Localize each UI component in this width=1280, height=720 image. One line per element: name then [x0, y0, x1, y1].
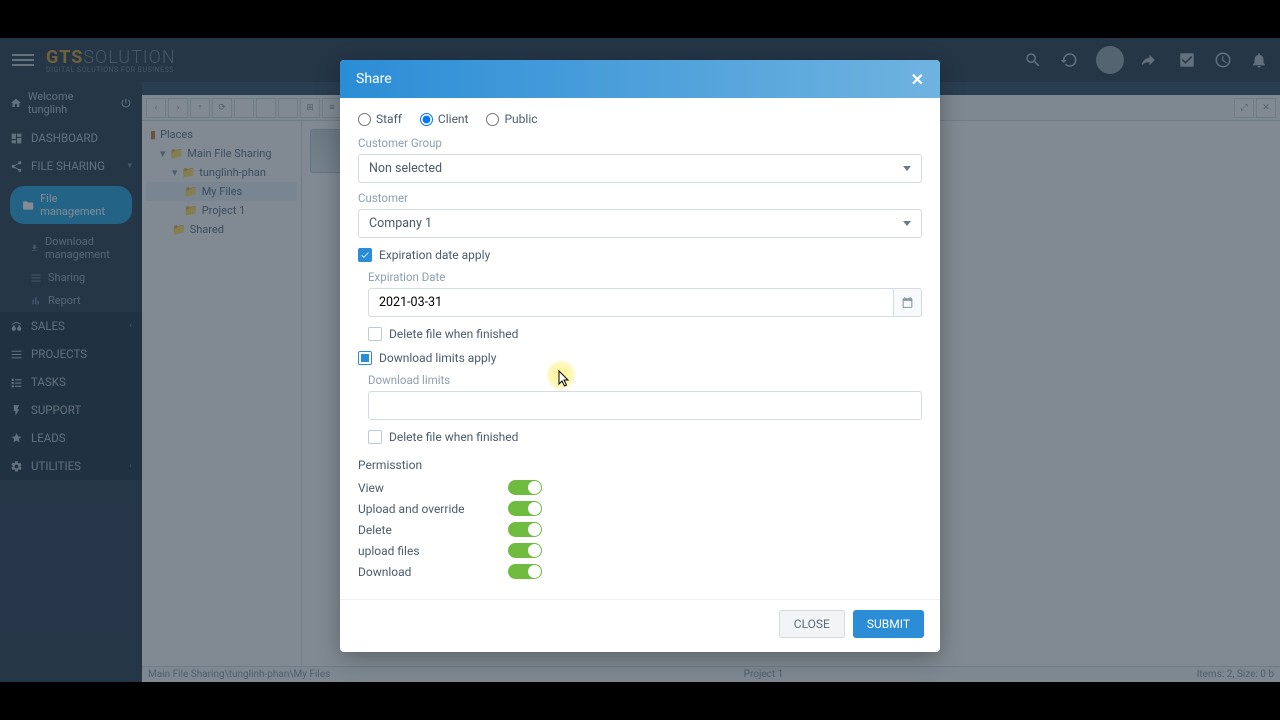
download-limits-apply-checkbox[interactable]: Download limits apply — [358, 351, 922, 365]
expiration-date-label: Expiration Date — [368, 270, 922, 284]
perm-upload-override: Upload and override — [358, 501, 922, 516]
perm-label: Download — [358, 565, 508, 579]
perm-label: upload files — [358, 544, 508, 558]
radio-public[interactable]: Public — [486, 112, 537, 126]
customer-group-label: Customer Group — [358, 136, 922, 150]
delete-when-finished-1[interactable]: Delete file when finished — [368, 327, 922, 341]
customer-group-select[interactable]: Non selected — [358, 154, 922, 183]
download-limits-input[interactable] — [368, 391, 922, 420]
close-icon[interactable]: ✕ — [911, 70, 924, 89]
checkbox-indeterminate-icon — [358, 351, 372, 365]
expiration-date-input[interactable] — [368, 288, 894, 317]
perm-label: Upload and override — [358, 502, 508, 516]
perm-view: View — [358, 480, 922, 495]
checkbox-unchecked-icon — [368, 430, 382, 444]
share-modal: Share ✕ Staff Client Public Customer Gro… — [340, 60, 940, 652]
download-limits-apply-label: Download limits apply — [379, 351, 496, 365]
perm-label: Delete — [358, 523, 508, 537]
checkbox-checked-icon — [358, 248, 372, 262]
customer-group-value: Non selected — [369, 161, 442, 176]
modal-title: Share — [356, 71, 392, 87]
permission-section-label: Permisstion — [358, 458, 922, 472]
modal-footer: CLOSE SUBMIT — [340, 599, 940, 652]
delete-finished-label: Delete file when finished — [389, 327, 518, 341]
submit-button[interactable]: SUBMIT — [853, 610, 924, 638]
radio-client[interactable]: Client — [420, 112, 469, 126]
letterbox-top — [0, 0, 1280, 38]
letterbox-bottom — [0, 682, 1280, 720]
delete-finished-label: Delete file when finished — [389, 430, 518, 444]
expiration-apply-label: Expiration date apply — [379, 248, 490, 262]
caret-down-icon — [903, 166, 911, 171]
toggle-download[interactable] — [508, 564, 542, 579]
toggle-delete[interactable] — [508, 522, 542, 537]
toggle-upload-files[interactable] — [508, 543, 542, 558]
audience-radio-group: Staff Client Public — [358, 112, 922, 126]
customer-select[interactable]: Company 1 — [358, 209, 922, 238]
delete-when-finished-2[interactable]: Delete file when finished — [368, 430, 922, 444]
checkbox-unchecked-icon — [368, 327, 382, 341]
caret-down-icon — [903, 221, 911, 226]
perm-delete: Delete — [358, 522, 922, 537]
modal-header: Share ✕ — [340, 60, 940, 98]
perm-upload-files: upload files — [358, 543, 922, 558]
app-root: GTSSOLUTION DIGITAL SOLUTIONS FOR BUSINE… — [0, 38, 1280, 682]
customer-label: Customer — [358, 191, 922, 205]
close-button[interactable]: CLOSE — [779, 610, 845, 638]
download-limits-label: Download limits — [368, 373, 922, 387]
toggle-upload-override[interactable] — [508, 501, 542, 516]
perm-download: Download — [358, 564, 922, 579]
customer-value: Company 1 — [369, 216, 432, 231]
perm-label: View — [358, 481, 508, 495]
calendar-icon[interactable] — [894, 288, 922, 317]
radio-staff[interactable]: Staff — [358, 112, 402, 126]
toggle-view[interactable] — [508, 480, 542, 495]
expiration-apply-checkbox[interactable]: Expiration date apply — [358, 248, 922, 262]
